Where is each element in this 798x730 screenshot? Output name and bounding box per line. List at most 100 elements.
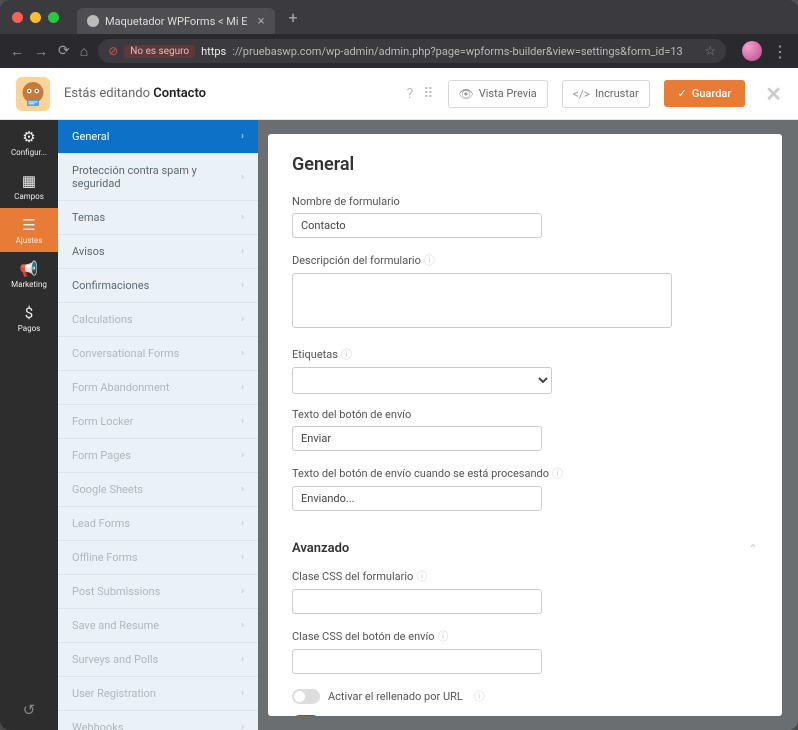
settings-sidelist: General›Protección contra spam y segurid… [58,120,258,730]
submit-text-label: Texto del botón de envío [292,408,758,421]
help-icon[interactable]: ? [407,86,414,102]
sidelist-item-label: Temas [72,211,105,224]
nav-forward-icon[interactable]: → [34,43,48,60]
main-wrap: General Nombre de formulario Descripción… [258,120,798,730]
sidelist-item[interactable]: Calculations› [58,303,258,337]
sidelist-item[interactable]: Save and Resume› [58,609,258,643]
new-tab-button[interactable]: + [289,8,298,27]
url-fill-toggle[interactable] [292,689,320,704]
maximize-window-button[interactable] [48,12,59,23]
chevron-right-icon: › [241,416,244,427]
submit-css-input[interactable] [292,649,542,674]
help-icon[interactable]: ⓘ [424,254,435,267]
eye-icon: 👁 [459,87,474,101]
help-icon[interactable]: ⓘ [341,348,352,361]
field-description: Descripción del formularioⓘ [292,252,758,332]
settings-panel: General Nombre de formulario Descripción… [268,134,782,716]
editing-form-name: Contacto [153,86,206,101]
address-bar[interactable]: ⊘ No es seguro https://pruebaswp.com/wp-… [98,39,726,63]
advanced-section-header[interactable]: Avanzado ⌃ [292,525,758,556]
sidelist-item-label: Google Sheets [72,483,143,496]
minimize-window-button[interactable] [30,12,41,23]
panel-title: General [292,154,758,175]
builder-header: Estás editando Contacto ? ⠿ 👁Vista Previ… [0,68,798,120]
help-icon[interactable]: ⓘ [559,714,570,716]
browser-menu-icon[interactable]: ⋮ [772,42,788,61]
wpforms-logo [16,77,50,111]
rail-marketing[interactable]: 📢Marketing [0,252,58,296]
sidelist-item-label: Offline Forms [72,551,138,564]
sidelist-item[interactable]: Google Sheets › [58,473,258,507]
megaphone-icon: 📢 [20,260,39,278]
chevron-right-icon: › [241,586,244,597]
sidelist-item[interactable]: Form Locker› [58,405,258,439]
chevron-right-icon: › [241,518,244,529]
help-icon[interactable]: ⓘ [437,630,448,643]
sidelist-item-label: Webhooks [72,721,123,730]
ajax-toggle[interactable] [292,715,320,717]
close-builder-icon[interactable]: ✕ [765,82,782,106]
window-titlebar: Maquetador WPForms < Mi E × + [0,0,798,34]
help-icon[interactable]: ⓘ [552,467,563,480]
description-input[interactable] [292,273,672,328]
sidelist-item[interactable]: Form Abandonment› [58,371,258,405]
tags-label: Etiquetasⓘ [292,346,758,362]
sidelist-item-label: Form Abandonment [72,381,169,394]
nav-home-icon[interactable]: ⌂ [80,43,88,60]
field-processing-text: Texto del botón de envío cuando se está … [292,465,758,511]
sidelist-item[interactable]: Avisos› [58,235,258,269]
sidelist-item-label: Form Pages [72,449,131,462]
sidelist-item[interactable]: User Registration› [58,677,258,711]
tab-title: Maquetador WPForms < Mi E [105,15,248,28]
nav-reload-icon[interactable]: ⟳ [58,43,70,59]
help-icon[interactable]: ⓘ [474,688,485,704]
embed-button[interactable]: </>Incrustar [562,80,650,108]
chevron-right-icon: › [241,484,244,495]
chevron-right-icon: › [241,172,244,183]
sidelist-item[interactable]: Post Submissions› [58,575,258,609]
rail-settings[interactable]: ☰Ajustes [0,208,58,252]
sidelist-item-label: Conversational Forms [72,347,179,360]
sidelist-item[interactable]: Confirmaciones› [58,269,258,303]
sidelist-item-label: Surveys and Polls [72,653,158,666]
field-tags: Etiquetasⓘ [292,346,758,394]
sidelist-item[interactable]: Offline Forms› [58,541,258,575]
sidelist-item[interactable]: General› [58,120,258,154]
close-window-button[interactable] [12,12,23,23]
browser-tab[interactable]: Maquetador WPForms < Mi E × [77,8,275,34]
toggle-url-fill: Activar el rellenado por URL ⓘ [292,688,758,704]
rail-payments[interactable]: $Pagos [0,296,58,340]
close-tab-icon[interactable]: × [258,14,265,29]
chevron-right-icon: › [241,314,244,325]
bookmark-star-icon[interactable]: ☆ [704,44,716,59]
sidelist-item-label: User Registration [72,687,156,700]
help-icon[interactable]: ⓘ [416,570,427,583]
processing-text-input[interactable] [292,486,542,511]
tags-select[interactable] [292,367,552,394]
sidelist-item[interactable]: Temas› [58,201,258,235]
rail-fields[interactable]: ▦Campos [0,164,58,208]
save-button[interactable]: ✓Guardar [664,80,746,107]
sidelist-item[interactable]: Protección contra spam y seguridad› [58,154,258,201]
rail-history[interactable]: ↺ [0,690,58,730]
field-submit-text: Texto del botón de envío [292,408,758,451]
form-css-input[interactable] [292,589,542,614]
insecure-label: No es seguro [124,45,195,58]
sidelist-item[interactable]: Conversational Forms› [58,337,258,371]
ajax-label: Activa el envío del formulario mediante … [328,716,548,717]
submit-text-input[interactable] [292,426,542,451]
rail-configure[interactable]: ⚙Configur... [0,120,58,164]
form-name-input[interactable] [292,213,542,238]
grid-icon[interactable]: ⠿ [423,86,433,102]
profile-avatar[interactable] [742,41,762,61]
preview-button[interactable]: 👁Vista Previa [448,80,548,108]
field-submit-css: Clase CSS del botón de envíoⓘ [292,628,758,674]
sidelist-item-label: Confirmaciones [72,279,149,292]
check-icon: ✓ [678,87,687,100]
sidelist-item[interactable]: Surveys and Polls› [58,643,258,677]
nav-back-icon[interactable]: ← [10,43,24,60]
sidelist-item[interactable]: Webhooks› [58,711,258,730]
sidelist-item[interactable]: Form Pages› [58,439,258,473]
sidelist-item[interactable]: Lead Forms› [58,507,258,541]
app-window: Maquetador WPForms < Mi E × + ← → ⟳ ⌂ ⊘ … [0,0,798,730]
